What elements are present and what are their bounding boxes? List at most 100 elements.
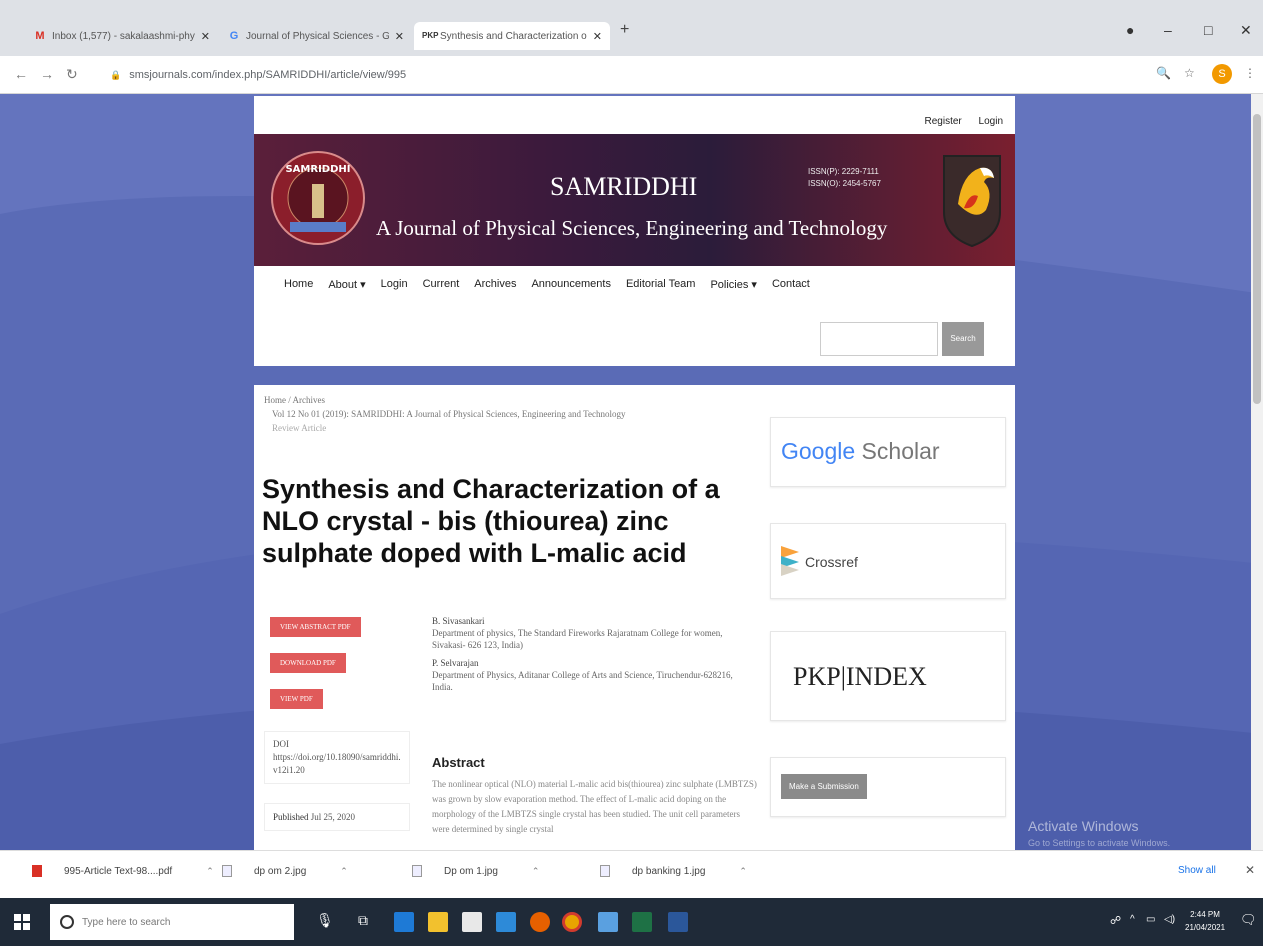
notification-icon[interactable]: 🗨 bbox=[1240, 912, 1257, 928]
scrollbar-thumb[interactable] bbox=[1253, 114, 1261, 404]
star-icon[interactable]: ☆ bbox=[1184, 66, 1195, 80]
eagle-crest-logo bbox=[943, 155, 1001, 248]
issn-numbers: ISSN(P): 2229-7111 ISSN(O): 2454-5767 bbox=[808, 166, 881, 190]
tab-title: Synthesis and Characterization o... bbox=[440, 30, 587, 42]
site-header: Register Login SAMRIDDHI SAMRIDDHI ISSN(… bbox=[254, 96, 1015, 366]
volume-icon[interactable]: ◁) bbox=[1164, 914, 1175, 925]
crossref-icon bbox=[781, 546, 799, 576]
pdf-file-icon bbox=[32, 865, 42, 877]
issn-online: ISSN(O): 2454-5767 bbox=[808, 179, 881, 188]
store-app-icon[interactable] bbox=[462, 912, 482, 932]
download-filename: dp banking 1.jpg bbox=[632, 865, 706, 877]
windows-start-icon[interactable] bbox=[14, 914, 30, 930]
doi-link[interactable]: https://doi.org/10.18090/samriddhi.v12i1… bbox=[273, 751, 401, 777]
activate-windows-hint: Go to Settings to activate Windows. bbox=[1028, 838, 1171, 848]
close-icon[interactable]: ✕ bbox=[201, 30, 210, 43]
close-icon[interactable]: ✕ bbox=[593, 30, 602, 43]
microphone-icon[interactable]: 🎙 bbox=[316, 912, 334, 929]
make-submission-button[interactable]: Make a Submission bbox=[781, 774, 867, 799]
search-button[interactable]: Search bbox=[942, 322, 984, 356]
maximize-icon[interactable]: □ bbox=[1204, 22, 1212, 38]
forward-icon[interactable]: → bbox=[40, 66, 54, 82]
login-link[interactable]: Login bbox=[979, 116, 1003, 127]
nav-contact[interactable]: Contact bbox=[772, 278, 810, 291]
crossref-card[interactable]: Crossref bbox=[770, 523, 1006, 599]
breadcrumb-archives[interactable]: Archives bbox=[293, 395, 326, 405]
download-item[interactable]: dp banking 1.jpg ⌃ bbox=[600, 865, 747, 877]
download-item[interactable]: dp om 2.jpg ⌃ bbox=[222, 865, 348, 877]
taskbar-search[interactable]: Type here to search bbox=[50, 904, 294, 940]
published-label: Published bbox=[273, 812, 309, 822]
chevron-up-icon[interactable]: ⌃ bbox=[340, 866, 348, 877]
published-block: Published Jul 25, 2020 bbox=[264, 803, 410, 831]
nav-about[interactable]: About ▾ bbox=[328, 278, 365, 291]
record-icon[interactable]: ● bbox=[1126, 22, 1134, 38]
network-icon[interactable]: ▭ bbox=[1146, 914, 1155, 925]
chevron-up-icon[interactable]: ⌃ bbox=[739, 866, 747, 877]
tab-gmail[interactable]: M Inbox (1,577) - sakalaashmi-phy... ✕ bbox=[26, 22, 218, 50]
download-filename: 995-Article Text-98....pdf bbox=[64, 865, 173, 877]
nav-archives[interactable]: Archives bbox=[474, 278, 516, 291]
nav-announcements[interactable]: Announcements bbox=[531, 278, 611, 291]
window-close-icon[interactable]: ✕ bbox=[1240, 22, 1252, 39]
image-file-icon bbox=[412, 865, 422, 877]
author-name: P. Selvarajan bbox=[432, 658, 479, 668]
nav-home[interactable]: Home bbox=[284, 278, 313, 291]
nav-current[interactable]: Current bbox=[423, 278, 460, 291]
firefox-app-icon[interactable] bbox=[530, 912, 550, 932]
back-icon[interactable]: ← bbox=[14, 66, 28, 82]
tab-google[interactable]: G Journal of Physical Sciences - G... ✕ bbox=[220, 22, 412, 50]
view-abstract-pdf-button[interactable]: VIEW ABSTRACT PDF bbox=[270, 617, 361, 637]
minimize-icon[interactable]: – bbox=[1164, 22, 1172, 38]
breadcrumb-home[interactable]: Home bbox=[264, 395, 286, 405]
zoom-icon[interactable]: 🔍 bbox=[1156, 66, 1171, 80]
view-pdf-button[interactable]: VIEW PDF bbox=[270, 689, 323, 709]
menu-icon[interactable]: ⋮ bbox=[1244, 66, 1256, 80]
nav-login[interactable]: Login bbox=[381, 278, 408, 291]
windows-taskbar: Type here to search 🎙 ⧉ ☍ ^ ▭ ◁) 2:44 PM… bbox=[0, 898, 1263, 946]
url-field[interactable]: 🔒 smsjournals.com/index.php/SAMRIDDHI/ar… bbox=[110, 63, 1140, 87]
submission-card: Make a Submission bbox=[770, 757, 1006, 817]
address-bar: ← → ↻ 🔒 smsjournals.com/index.php/SAMRID… bbox=[0, 56, 1263, 94]
nav-editorial-team[interactable]: Editorial Team bbox=[626, 278, 696, 291]
search-input[interactable] bbox=[820, 322, 938, 356]
word-app-icon[interactable] bbox=[668, 912, 688, 932]
show-all-downloads-button[interactable]: Show all bbox=[1178, 865, 1216, 876]
new-tab-icon[interactable]: + bbox=[620, 21, 629, 39]
page-viewport: Register Login SAMRIDDHI SAMRIDDHI ISSN(… bbox=[0, 94, 1263, 850]
system-clock[interactable]: 2:44 PM 21/04/2021 bbox=[1185, 908, 1225, 934]
download-item[interactable]: 995-Article Text-98....pdf ⌃ bbox=[32, 865, 214, 877]
register-link[interactable]: Register bbox=[925, 116, 962, 127]
chevron-up-icon[interactable]: ⌃ bbox=[206, 866, 214, 877]
pkp-icon: PKP bbox=[422, 31, 439, 40]
chrome-app-icon[interactable] bbox=[562, 912, 582, 932]
close-icon[interactable]: ✕ bbox=[1245, 863, 1255, 877]
nav-policies[interactable]: Policies ▾ bbox=[710, 278, 756, 291]
download-pdf-button[interactable]: DOWNLOAD PDF bbox=[270, 653, 346, 673]
profile-avatar[interactable]: S bbox=[1212, 64, 1232, 84]
reload-icon[interactable]: ↻ bbox=[66, 66, 78, 83]
tab-article[interactable]: PKP Synthesis and Characterization o... … bbox=[414, 22, 610, 50]
app-icon[interactable] bbox=[598, 912, 618, 932]
chevron-up-icon[interactable]: ⌃ bbox=[532, 866, 540, 877]
close-icon[interactable]: ✕ bbox=[395, 30, 404, 43]
author-list: B. Sivasankari Department of physics, Th… bbox=[432, 615, 752, 699]
mail-app-icon[interactable] bbox=[496, 912, 516, 932]
pkp-index-card[interactable]: PKP|INDEX bbox=[770, 631, 1006, 721]
clock-date: 21/04/2021 bbox=[1185, 923, 1226, 932]
breadcrumb-issue[interactable]: Vol 12 No 01 (2019): SAMRIDDHI: A Journa… bbox=[272, 409, 626, 419]
file-explorer-icon[interactable] bbox=[428, 912, 448, 932]
author-name: B. Sivasankari bbox=[432, 616, 485, 626]
download-item[interactable]: Dp om 1.jpg ⌃ bbox=[412, 865, 539, 877]
excel-app-icon[interactable] bbox=[632, 912, 652, 932]
people-icon[interactable]: ☍ bbox=[1110, 914, 1121, 927]
issn-print: ISSN(P): 2229-7111 bbox=[808, 167, 879, 176]
page-scrollbar[interactable] bbox=[1251, 94, 1263, 850]
journal-banner: SAMRIDDHI SAMRIDDHI ISSN(P): 2229-7111 I… bbox=[254, 134, 1015, 266]
breadcrumb: Home / Archives bbox=[264, 395, 326, 405]
google-scholar-card[interactable]: Google Scholar bbox=[770, 417, 1006, 487]
task-view-icon[interactable]: ⧉ bbox=[358, 912, 368, 929]
edge-app-icon[interactable] bbox=[394, 912, 414, 932]
gmail-icon: M bbox=[35, 30, 45, 42]
tray-chevron-icon[interactable]: ^ bbox=[1130, 914, 1135, 925]
